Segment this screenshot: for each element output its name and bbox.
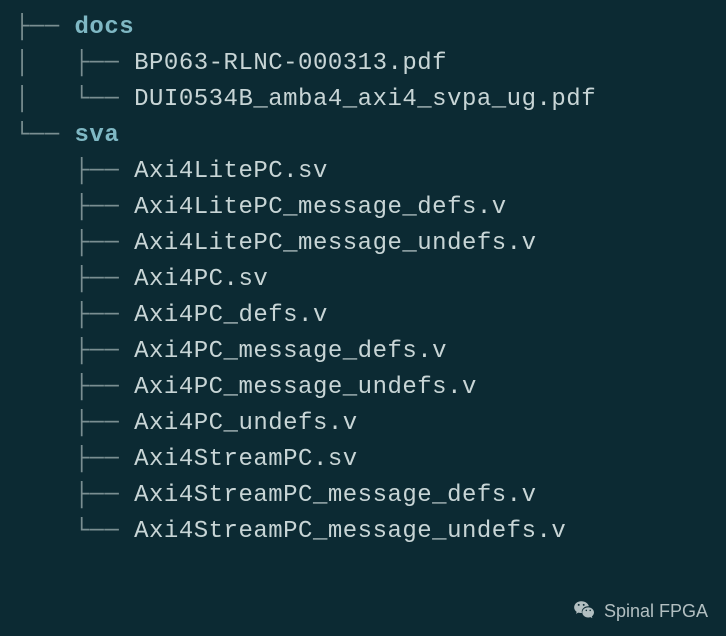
tree-connector: ├── [0,230,134,257]
file-label: Axi4StreamPC.sv [134,446,358,473]
file-label: Axi4PC_defs.v [134,302,328,329]
tree-connector: ├── [0,446,134,473]
file-tree: ├── docs │ ├── BP063-RLNC-000313.pdf │ └… [0,10,726,550]
tree-file: │ ├── BP063-RLNC-000313.pdf [0,46,726,82]
wechat-icon [572,598,598,624]
file-label: Axi4StreamPC_message_defs.v [134,482,536,509]
tree-connector: ├── [0,338,134,365]
tree-connector: ├── [0,482,134,509]
watermark: Spinal FPGA [572,598,708,624]
file-label: Axi4LitePC.sv [134,158,328,185]
file-label: Axi4LitePC_message_undefs.v [134,230,536,257]
tree-file: ├── Axi4LitePC.sv [0,154,726,190]
tree-file: ├── Axi4LitePC_message_undefs.v [0,226,726,262]
file-label: Axi4PC_undefs.v [134,410,358,437]
file-label: Axi4PC.sv [134,266,268,293]
tree-file: ├── Axi4PC_message_defs.v [0,334,726,370]
tree-connector: │ ├── [0,50,134,77]
tree-connector: ├── [0,302,134,329]
tree-connector: ├── [0,374,134,401]
file-label: Axi4LitePC_message_defs.v [134,194,507,221]
tree-connector: ├── [0,410,134,437]
dir-label: docs [75,14,135,41]
file-label: DUI0534B_amba4_axi4_svpa_ug.pdf [134,86,596,113]
tree-connector: ├── [0,14,75,41]
tree-dir: ├── docs [0,10,726,46]
watermark-text: Spinal FPGA [604,601,708,622]
tree-file: ├── Axi4PC.sv [0,262,726,298]
tree-connector: └── [0,122,75,149]
tree-connector: └── [0,518,134,545]
dir-label: sva [75,122,120,149]
tree-file: ├── Axi4PC_message_undefs.v [0,370,726,406]
tree-connector: ├── [0,266,134,293]
file-label: BP063-RLNC-000313.pdf [134,50,447,77]
tree-file: ├── Axi4LitePC_message_defs.v [0,190,726,226]
file-label: Axi4PC_message_defs.v [134,338,447,365]
file-label: Axi4PC_message_undefs.v [134,374,477,401]
tree-connector: ├── [0,194,134,221]
tree-file: ├── Axi4StreamPC.sv [0,442,726,478]
file-label: Axi4StreamPC_message_undefs.v [134,518,566,545]
tree-file: └── Axi4StreamPC_message_undefs.v [0,514,726,550]
tree-dir: └── sva [0,118,726,154]
tree-connector: ├── [0,158,134,185]
tree-file: ├── Axi4StreamPC_message_defs.v [0,478,726,514]
tree-file: │ └── DUI0534B_amba4_axi4_svpa_ug.pdf [0,82,726,118]
tree-file: ├── Axi4PC_defs.v [0,298,726,334]
tree-file: ├── Axi4PC_undefs.v [0,406,726,442]
tree-connector: │ └── [0,86,134,113]
